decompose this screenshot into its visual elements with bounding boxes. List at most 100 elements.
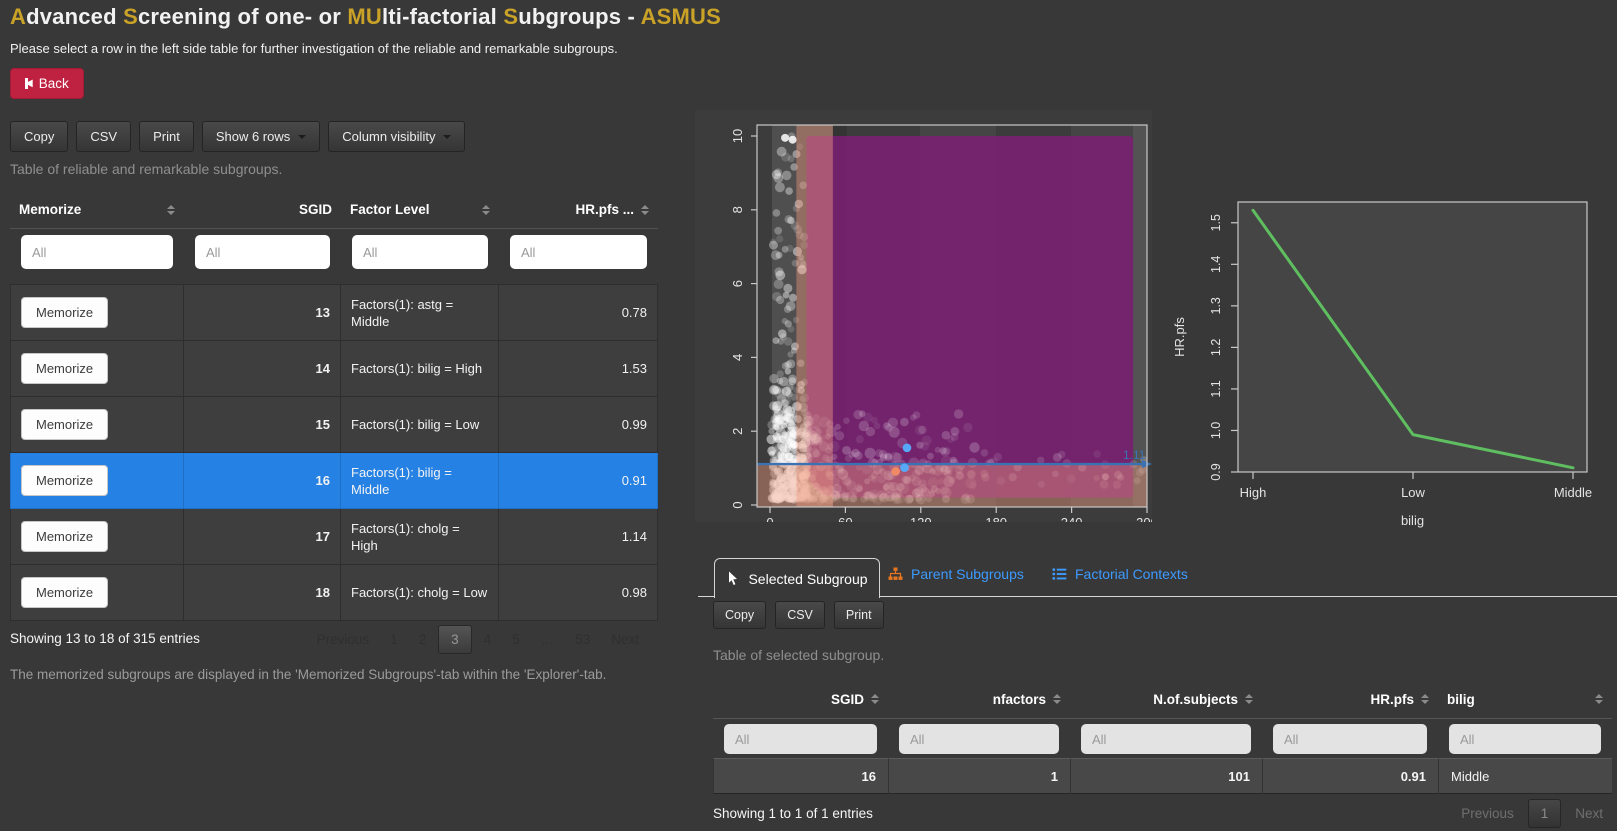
subgroups-table-body: Memorize13Factors(1): astg = Middle0.78M… — [10, 284, 658, 621]
filter-factor-level-input[interactable] — [352, 235, 488, 269]
tab-selected-subgroup[interactable]: Selected Subgroup — [714, 558, 880, 598]
page-button-5[interactable]: 5 — [503, 626, 529, 653]
memorize-button[interactable]: Memorize — [21, 521, 108, 552]
memorize-button[interactable]: Memorize — [21, 577, 108, 608]
svg-text:Middle: Middle — [1554, 485, 1592, 500]
selected-subgroup-toolbar: Copy CSV Print — [713, 601, 884, 629]
tab-factorial-contexts[interactable]: Factorial Contexts — [1052, 566, 1188, 582]
column-header-factor-level[interactable]: Factor Level — [341, 202, 499, 217]
svg-text:1.2: 1.2 — [1209, 339, 1223, 356]
svg-text:HR.pfs: HR.pfs — [1172, 317, 1187, 357]
column-header-hr-pfs[interactable]: HR.pfs — [1262, 692, 1438, 707]
copy-button[interactable]: Copy — [713, 601, 766, 629]
cell-factor-level: Factors(1): bilig = High — [341, 341, 499, 397]
page-button-previous[interactable]: Previous — [308, 626, 379, 653]
page-length-dropdown[interactable]: Show 6 rows — [202, 121, 320, 152]
filter-sgid-input[interactable] — [195, 235, 330, 269]
cell-hr-pfs: 0.91 — [499, 453, 658, 509]
page-button-53[interactable]: 53 — [566, 626, 599, 653]
back-button[interactable]: ◀ Back — [10, 68, 84, 99]
svg-text:1.0: 1.0 — [1209, 422, 1223, 439]
svg-text:120: 120 — [910, 515, 932, 522]
column-header-nfactors[interactable]: nfactors — [888, 692, 1070, 707]
memorize-button[interactable]: Memorize — [21, 353, 108, 384]
filter-memorize-input[interactable] — [21, 235, 173, 269]
column-header-memorize[interactable]: Memorize — [10, 202, 184, 217]
filter-nfactors-input[interactable] — [899, 724, 1059, 754]
cell-hr-pfs: 0.99 — [499, 397, 658, 453]
scatter-plot[interactable]: 1.110601201802403000246810 — [695, 110, 1152, 522]
sort-icon — [1595, 694, 1603, 704]
cell-hr-pfs: 0.78 — [499, 285, 658, 341]
factor-level-line-chart: 0.91.01.11.21.31.41.5HighLowMiddleHR.pfs… — [1160, 150, 1617, 542]
cell-n-of-subjects: 101 — [1070, 758, 1262, 794]
subgroups-table-header: Memorize SGID Factor Level HR.pfs ... — [10, 191, 658, 229]
page-button-1[interactable]: 1 — [1528, 799, 1562, 828]
cell-memorize: Memorize — [10, 341, 184, 397]
table-row[interactable]: Memorize13Factors(1): astg = Middle0.78 — [10, 285, 658, 341]
svg-text:1.11: 1.11 — [1123, 448, 1146, 462]
page-title: Advanced Screening of one- or MUlti-fact… — [10, 4, 721, 30]
page-button-3[interactable]: 3 — [438, 625, 472, 654]
filter-sgid-input[interactable] — [724, 724, 877, 754]
filter-hr-pfs-input[interactable] — [510, 235, 647, 269]
table-row[interactable]: Memorize15Factors(1): bilig = Low0.99 — [10, 397, 658, 453]
title-segment: creening of one- or — [138, 4, 347, 29]
selected-subgroup-table: SGID nfactors N.of.subjects HR.pfs bilig… — [713, 680, 1612, 794]
svg-text:10: 10 — [730, 129, 745, 143]
subgroups-table: Memorize SGID Factor Level HR.pfs ... Me… — [10, 191, 658, 621]
column-header-hr-pfs[interactable]: HR.pfs ... — [499, 202, 658, 217]
copy-button[interactable]: Copy — [10, 121, 68, 152]
title-segment: lti-factorial — [382, 4, 503, 29]
svg-text:High: High — [1240, 485, 1267, 500]
print-button[interactable]: Print — [834, 601, 884, 629]
column-header-sgid[interactable]: SGID — [184, 202, 341, 217]
table-row[interactable]: Memorize 16Factors(1): bilig = Middle0.91 — [10, 453, 658, 509]
table-row[interactable]: Memorize18Factors(1): cholg = Low0.98 — [10, 565, 658, 621]
column-header-bilig[interactable]: bilig — [1438, 692, 1612, 707]
cell-sgid: 16 — [184, 453, 341, 509]
tab-parent-subgroups[interactable]: Parent Subgroups — [888, 566, 1024, 582]
memorize-button[interactable]: Memorize — [21, 297, 108, 328]
column-header-sgid[interactable]: SGID — [713, 692, 888, 707]
memorize-button[interactable]: Memorize — [21, 409, 108, 440]
page-button-1[interactable]: 1 — [381, 626, 407, 653]
title-segment: dvanced — [26, 4, 123, 29]
page-button-next[interactable]: Next — [602, 626, 648, 653]
svg-text:1.3: 1.3 — [1209, 297, 1223, 314]
svg-text:Low: Low — [1401, 485, 1425, 500]
page-button-previous[interactable]: Previous — [1452, 800, 1523, 827]
svg-text:2: 2 — [730, 428, 745, 435]
cell-memorize: Memorize — [10, 285, 184, 341]
title-segment: MU — [347, 4, 382, 29]
cell-sgid: 17 — [184, 509, 341, 565]
page-subtitle: Please select a row in the left side tab… — [10, 41, 618, 56]
page-button-…[interactable]: … — [532, 626, 564, 653]
svg-text:bilig: bilig — [1401, 513, 1424, 528]
cell-memorize: Memorize — [10, 453, 184, 509]
page-button-2[interactable]: 2 — [410, 626, 436, 653]
print-button[interactable]: Print — [139, 121, 194, 152]
cell-memorize: Memorize — [10, 565, 184, 621]
column-header-n-of-subjects[interactable]: N.of.subjects — [1070, 692, 1262, 707]
table-row[interactable]: Memorize14Factors(1): bilig = High1.53 — [10, 341, 658, 397]
cell-factor-level: Factors(1): bilig = Middle — [341, 453, 499, 509]
column-visibility-dropdown[interactable]: Column visibility — [328, 121, 465, 152]
pointer-icon — [726, 571, 740, 586]
page-button-4[interactable]: 4 — [475, 626, 501, 653]
csv-button[interactable]: CSV — [775, 601, 825, 629]
chevron-down-icon — [298, 135, 306, 139]
cell-sgid: 18 — [184, 565, 341, 621]
filter-hr-pfs-input[interactable] — [1273, 724, 1427, 754]
csv-button[interactable]: CSV — [76, 121, 131, 152]
memorize-button[interactable]: Memorize — [21, 465, 108, 496]
svg-text:300: 300 — [1136, 515, 1152, 522]
selected-subgroup-table-info: Showing 1 to 1 of 1 entries — [713, 806, 873, 821]
table-row[interactable]: Memorize17Factors(1): cholg = High1.14 — [10, 509, 658, 565]
page-button-next[interactable]: Next — [1566, 800, 1612, 827]
filter-n-of-subjects-input[interactable] — [1081, 724, 1251, 754]
filter-bilig-input[interactable] — [1449, 724, 1601, 754]
sort-icon — [167, 205, 175, 215]
cell-sgid: 13 — [184, 285, 341, 341]
table-row[interactable]: 16 1 101 0.91 Middle — [713, 758, 1612, 794]
